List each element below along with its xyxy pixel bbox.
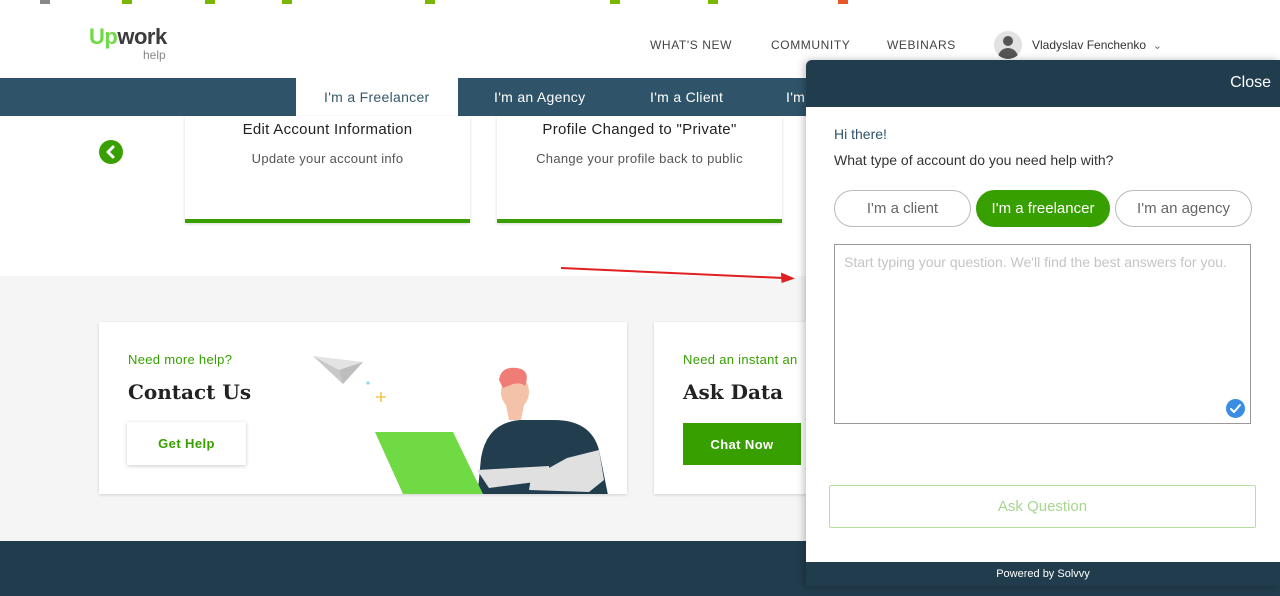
chat-now-button[interactable]: Chat Now (683, 423, 801, 465)
tab-agency[interactable]: I'm an Agency (494, 78, 585, 116)
grammarly-check-icon[interactable] (1226, 399, 1245, 418)
bookmark-icon[interactable] (610, 0, 620, 4)
nav-webinars[interactable]: WEBINARS (887, 38, 956, 52)
chevron-left-icon (106, 145, 115, 159)
contact-kicker: Need more help? (128, 352, 233, 367)
option-freelancer-button[interactable]: I'm a freelancer (976, 190, 1110, 227)
user-menu[interactable]: Vladyslav Fenchenko ⌄ (1032, 38, 1162, 52)
logo-up-text: Up (89, 24, 118, 49)
bookmark-icon[interactable] (40, 0, 50, 4)
ask-data-title: Ask Data (683, 380, 784, 404)
contact-title: Contact Us (128, 380, 252, 404)
question-input[interactable] (834, 244, 1251, 424)
chevron-down-icon: ⌄ (1152, 40, 1162, 52)
tab-freelancer[interactable]: I'm a Freelancer (296, 78, 458, 116)
person-laptop-illustration (313, 356, 608, 494)
upwork-help-logo[interactable]: Upwork help (89, 24, 167, 62)
option-agency-button[interactable]: I'm an agency (1115, 190, 1252, 227)
chat-question: What type of account do you need help wi… (834, 152, 1114, 168)
bookmark-icon[interactable] (838, 0, 848, 4)
bookmark-icon[interactable] (425, 0, 435, 4)
help-chat-widget: Close Hi there! What type of account do … (806, 60, 1280, 586)
logo-help-text: help (143, 48, 166, 62)
logo-work-text: work (117, 24, 167, 49)
carousel-prev-button[interactable] (99, 140, 123, 164)
get-help-button[interactable]: Get Help (127, 422, 246, 465)
bookmark-icon[interactable] (282, 0, 292, 4)
annotation-arrow (560, 267, 795, 283)
tab-truncated[interactable]: I'm (786, 78, 805, 116)
chat-header: Close (806, 60, 1280, 107)
user-name: Vladyslav Fenchenko (1032, 38, 1147, 52)
card-title: Edit Account Information (242, 121, 413, 138)
ask-question-button[interactable]: Ask Question (829, 485, 1256, 528)
avatar[interactable] (994, 31, 1022, 59)
bookmark-icon[interactable] (122, 0, 132, 4)
chat-greeting: Hi there! (834, 126, 887, 142)
ask-data-card: Need an instant an Ask Data Chat Now (654, 322, 814, 494)
nav-whats-new[interactable]: WHAT'S NEW (650, 38, 732, 52)
bookmark-icon[interactable] (708, 0, 718, 4)
card-subtitle: Change your profile back to public (536, 151, 743, 166)
ask-data-kicker: Need an instant an (683, 352, 798, 367)
contact-us-card: Need more help? Contact Us Get Help (99, 322, 627, 494)
nav-community[interactable]: COMMUNITY (771, 38, 850, 52)
bookmark-icon[interactable] (205, 0, 215, 4)
option-client-button[interactable]: I'm a client (834, 190, 971, 227)
bookmarks-bar (0, 0, 1280, 12)
topic-card-edit-account[interactable]: Edit Account Information Update your acc… (185, 116, 470, 223)
topic-card-profile-private[interactable]: Profile Changed to "Private" Change your… (497, 116, 782, 223)
powered-by-label: Powered by Solvvy (806, 562, 1280, 586)
card-title: Profile Changed to "Private" (542, 121, 737, 138)
card-subtitle: Update your account info (251, 151, 404, 166)
close-button[interactable]: Close (1230, 74, 1271, 92)
tab-client[interactable]: I'm a Client (650, 78, 723, 116)
